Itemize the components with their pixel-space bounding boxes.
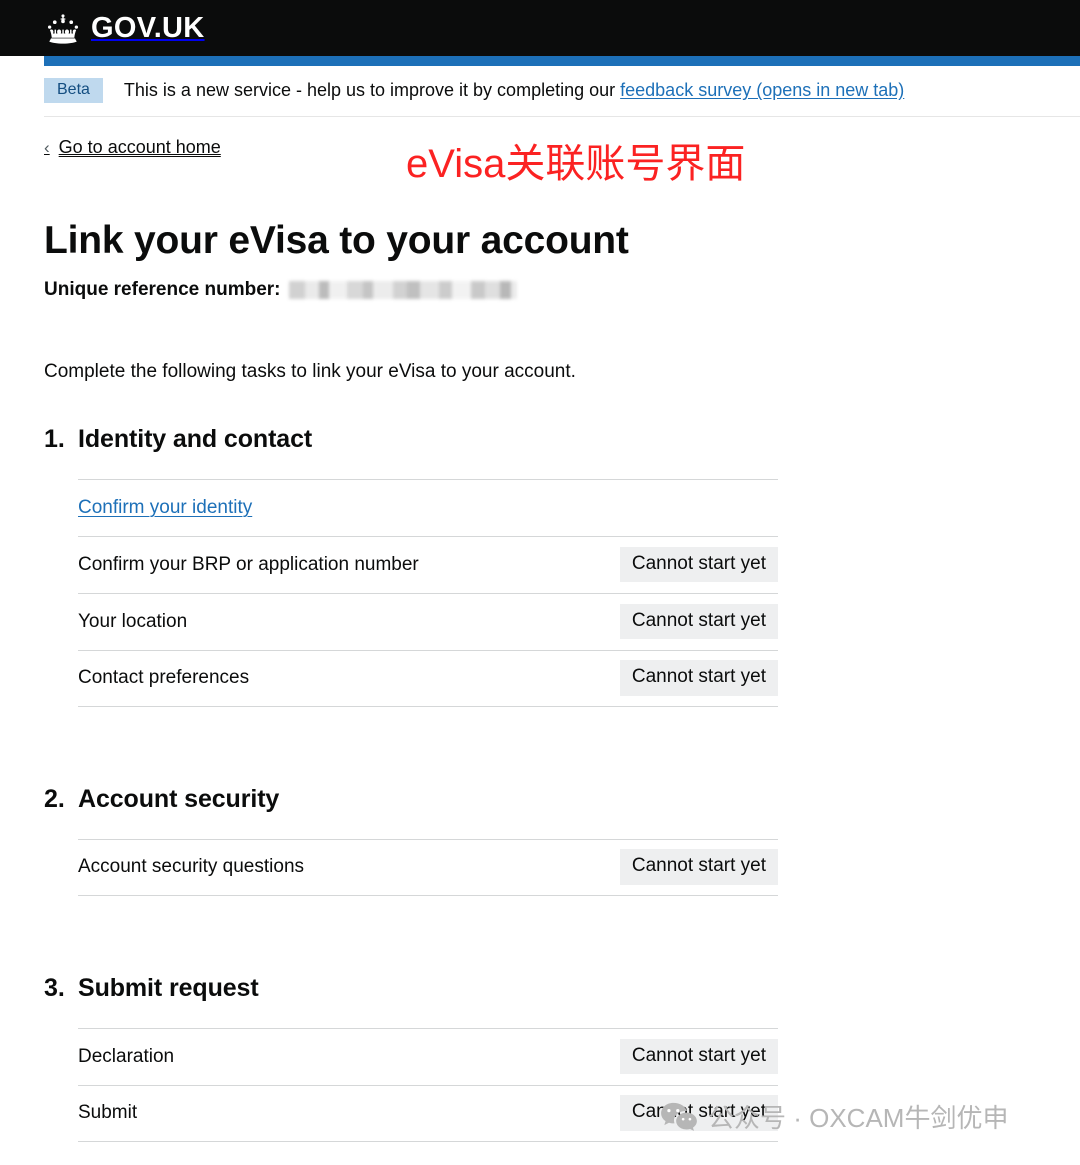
unique-reference-number-label: Unique reference number:	[44, 278, 281, 300]
task-list: Account security questions Cannot start …	[78, 838, 778, 896]
phase-banner-text: This is a new service - help us to impro…	[124, 80, 904, 101]
intro-text: Complete the following tasks to link you…	[44, 360, 576, 382]
section-heading: 3. Submit request	[44, 974, 1036, 1003]
section-title: Submit request	[78, 973, 259, 1002]
task-row: Contact preferences Cannot start yet	[78, 649, 778, 707]
govuk-logo-link[interactable]: GOV.UK	[44, 13, 205, 44]
section-number: 1.	[44, 424, 65, 453]
main-content: ‹ Go to account home eVisa关联账号界面 Link yo…	[0, 117, 1080, 1142]
section-title: Account security	[78, 784, 280, 813]
govuk-wordmark: GOV.UK	[91, 11, 205, 44]
page-title: Link your eVisa to your account	[44, 219, 629, 262]
task-list: Confirm your identity Confirm your BRP o…	[78, 478, 778, 707]
phase-banner: Beta This is a new service - help us to …	[44, 66, 1080, 117]
section-number: 2.	[44, 784, 65, 813]
task-row: Declaration Cannot start yet	[78, 1027, 778, 1085]
status-badge: Cannot start yet	[619, 849, 778, 885]
status-badge: Cannot start yet	[619, 660, 778, 696]
feedback-survey-link[interactable]: feedback survey (opens in new tab)	[620, 80, 904, 100]
task-list: Declaration Cannot start yet Submit Cann…	[78, 1027, 778, 1142]
task-row: Confirm your BRP or application number C…	[78, 535, 778, 593]
task-section-identity-and-contact: 1. Identity and contact Confirm your ide…	[44, 425, 1036, 707]
task-section-account-security: 2. Account security Account security que…	[44, 785, 1036, 896]
unique-reference-number-redacted-value	[288, 280, 517, 299]
status-badge: Cannot start yet	[619, 1038, 778, 1075]
status-badge: Cannot start yet	[619, 546, 778, 583]
task-row: Submit Cannot start yet	[78, 1084, 778, 1142]
task-label-submit: Submit	[78, 1102, 138, 1124]
task-label-declaration: Declaration	[78, 1045, 175, 1067]
phase-banner-message: This is a new service - help us to impro…	[123, 80, 621, 100]
task-label-account-security-questions: Account security questions	[78, 856, 305, 878]
section-title: Identity and contact	[78, 424, 313, 453]
status-badge: Cannot start yet	[619, 1095, 778, 1131]
crown-icon	[44, 13, 82, 44]
back-link-go-to-account-home[interactable]: ‹ Go to account home	[44, 137, 221, 158]
chevron-left-icon: ‹	[44, 138, 50, 157]
red-annotation-label: eVisa关联账号界面	[406, 142, 746, 186]
task-label-your-location: Your location	[78, 610, 188, 632]
blue-accent-bar	[44, 56, 1080, 66]
task-label-confirm-brp-or-application-number: Confirm your BRP or application number	[78, 553, 419, 575]
status-badge: Cannot start yet	[619, 603, 778, 640]
back-link-label: Go to account home	[58, 137, 221, 157]
task-label-contact-preferences: Contact preferences	[78, 667, 250, 689]
unique-reference-number-row: Unique reference number:	[44, 279, 1036, 301]
beta-tag: Beta	[44, 78, 103, 103]
task-section-submit-request: 3. Submit request Declaration Cannot sta…	[44, 974, 1036, 1142]
section-heading: 1. Identity and contact	[44, 425, 1036, 454]
task-row: Account security questions Cannot start …	[78, 838, 778, 896]
task-row: Your location Cannot start yet	[78, 592, 778, 650]
section-heading: 2. Account security	[44, 785, 1036, 814]
task-row[interactable]: Confirm your identity	[78, 478, 778, 536]
govuk-header: GOV.UK	[0, 0, 1080, 56]
section-number: 3.	[44, 973, 65, 1002]
task-link-confirm-your-identity[interactable]: Confirm your identity	[78, 497, 252, 519]
